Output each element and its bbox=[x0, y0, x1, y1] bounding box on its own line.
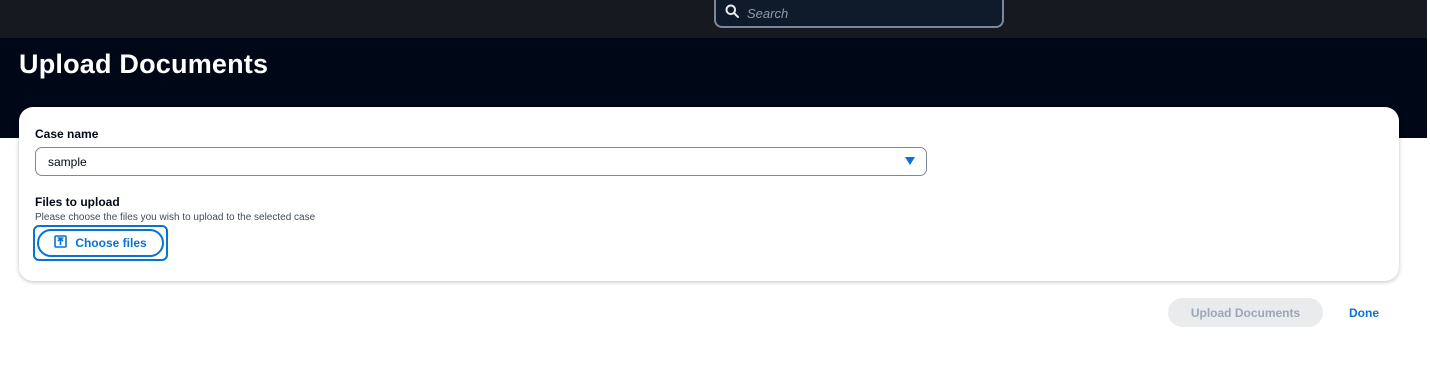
search-placeholder: Search bbox=[747, 5, 789, 21]
search-icon bbox=[725, 4, 739, 23]
choose-files-button[interactable]: Choose files bbox=[37, 229, 164, 257]
case-name-value: sample bbox=[48, 154, 87, 169]
caret-down-icon bbox=[905, 157, 915, 165]
search-input[interactable]: Search bbox=[714, 0, 1004, 28]
page-title: Upload Documents bbox=[19, 49, 269, 79]
files-to-upload-label: Files to upload bbox=[35, 195, 120, 209]
choose-files-label: Choose files bbox=[75, 236, 147, 250]
upload-icon bbox=[54, 235, 68, 251]
case-name-select[interactable]: sample bbox=[35, 147, 927, 176]
done-button[interactable]: Done bbox=[1340, 298, 1388, 327]
upload-form-card: Case name sample Files to upload Please … bbox=[19, 107, 1399, 281]
upload-documents-button[interactable]: Upload Documents bbox=[1168, 298, 1323, 327]
case-name-label: Case name bbox=[35, 127, 99, 141]
files-description: Please choose the files you wish to uplo… bbox=[35, 212, 316, 223]
